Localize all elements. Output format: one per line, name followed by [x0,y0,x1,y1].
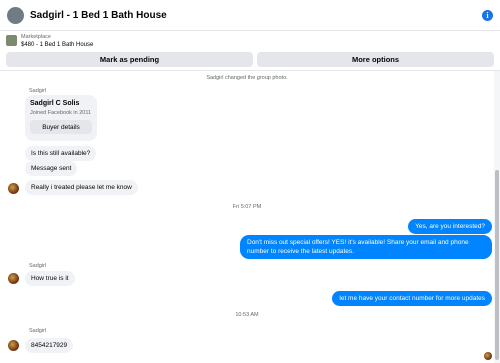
listing-thumbnail[interactable] [7,7,24,24]
avatar[interactable] [8,183,19,194]
outgoing-bubble[interactable]: Don't miss out special offers! YES! it's… [240,235,492,259]
scrollbar-thumb[interactable] [495,170,499,360]
listing-price-title: $480 - 1 Bed 1 Bath House [21,42,94,48]
info-icon[interactable]: i [482,10,493,21]
chat-title[interactable]: Sadgirl - 1 Bed 1 Bath House [30,10,167,21]
timestamp: Fri 5:07 PM [232,204,262,210]
message-bubble[interactable]: Message sent [25,161,78,176]
message-bubble[interactable]: 8454217929 [25,338,74,353]
outgoing-bubble[interactable]: Yes, are you interested? [408,219,492,234]
more-options-button[interactable]: More options [257,52,494,67]
sender-name: Sadgirl [29,88,47,94]
buyer-name: Sadgirl C Solis [30,100,80,107]
listing-image [6,35,17,46]
mark-as-pending-button[interactable]: Mark as pending [6,52,253,67]
timestamp: 10:53 AM [235,312,259,318]
message-bubble[interactable]: Really i treated please let me know [25,180,138,195]
buyer-card: Sadgirl C Solis Joined Facebook in 2011 … [25,95,97,141]
divider [0,70,500,71]
buyer-joined: Joined Facebook in 2011 [30,110,92,116]
read-receipt-avatar [484,352,492,360]
message-bubble[interactable]: Is this still available? [25,146,97,161]
system-message: Sadgirl changed the group photo. [206,75,288,81]
chat-header: Sadgirl - 1 Bed 1 Bath House i [0,0,500,31]
message-bubble[interactable]: How true is it [25,271,75,286]
avatar[interactable] [8,273,19,284]
outgoing-bubble[interactable]: let me have your contact number for more… [332,291,492,306]
buyer-details-button[interactable]: Buyer details [30,120,92,134]
avatar[interactable] [8,340,19,351]
sender-name: Sadgirl [29,328,47,334]
listing-source: Marketplace [21,34,51,40]
listing-summary[interactable]: Marketplace $480 - 1 Bed 1 Bath House [0,31,500,51]
sender-name: Sadgirl [29,263,47,269]
